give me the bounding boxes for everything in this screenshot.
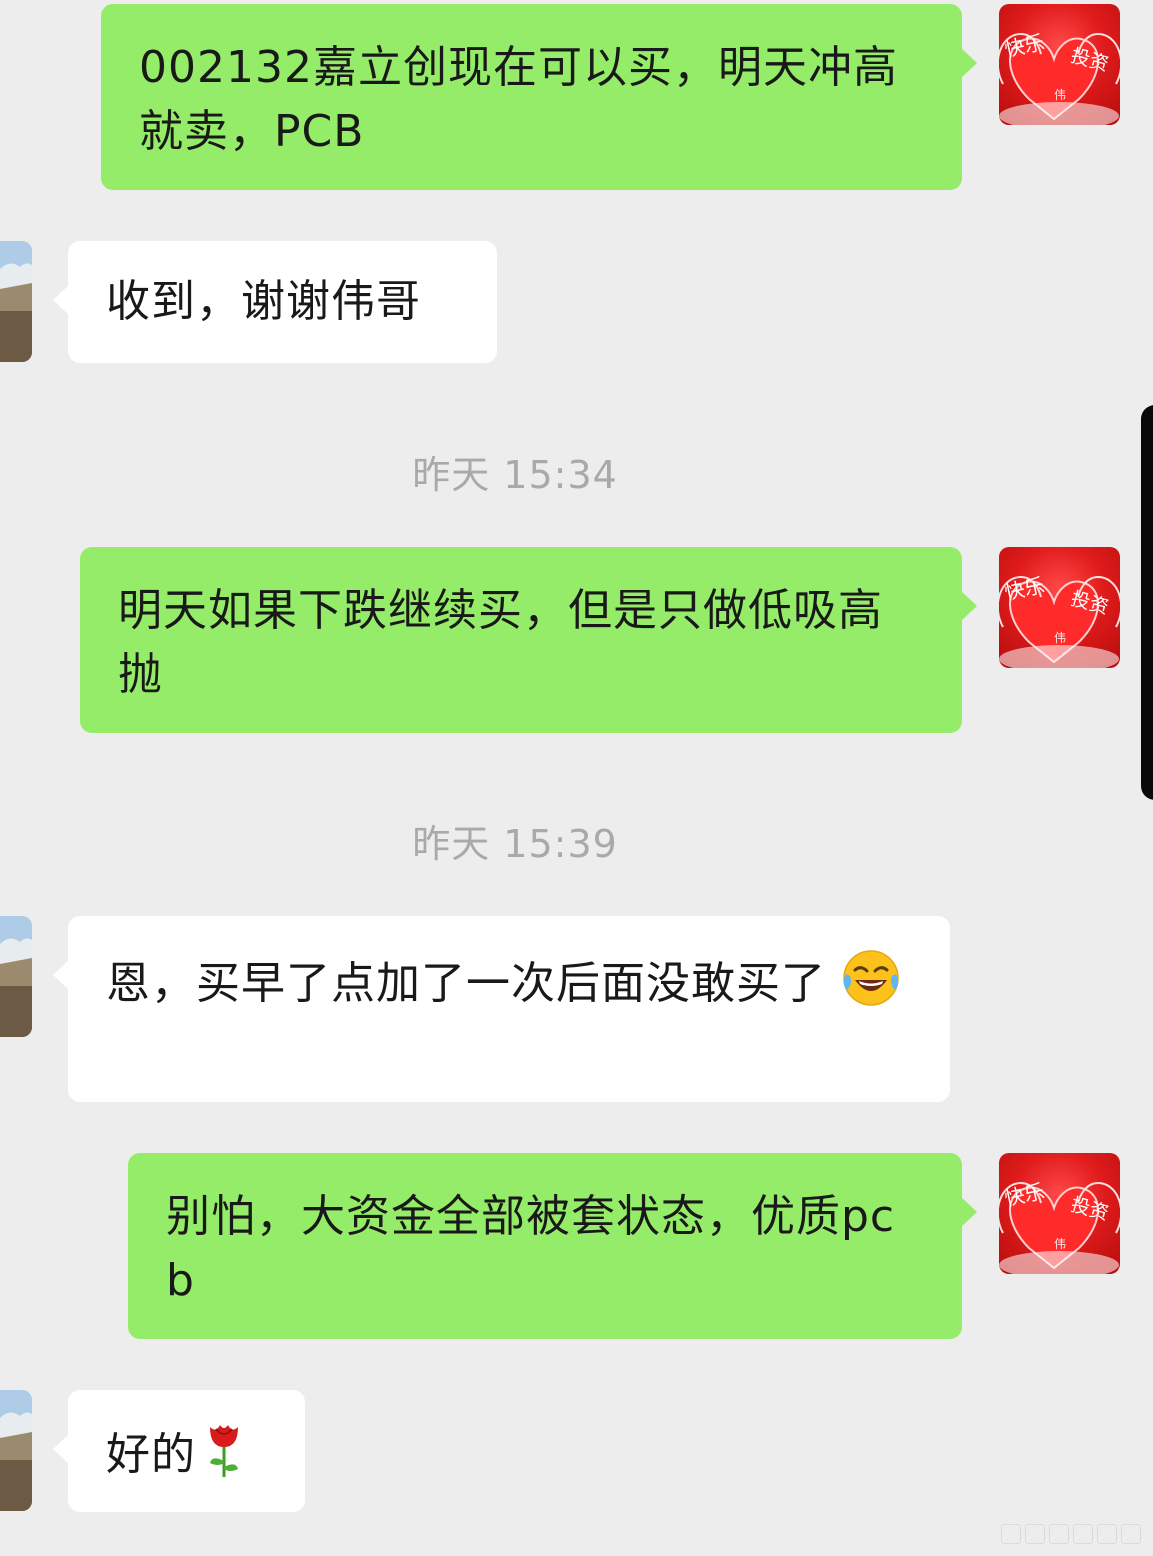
message-bubble-friend[interactable]: 好的 (53, 1390, 305, 1512)
self-avatar[interactable]: 快乐 投资 伟 (999, 4, 1120, 125)
message-bubble-self[interactable]: 002132嘉立创现在可以买，明天冲高就卖，PCB (101, 4, 977, 190)
self-avatar[interactable]: 快乐 投资 伟 (999, 1153, 1120, 1274)
hearts-icon: 快乐 投资 伟 (999, 573, 1120, 668)
friend-avatar[interactable] (0, 1390, 32, 1511)
landscape-icon (0, 1390, 32, 1511)
landscape-icon (0, 241, 32, 362)
svg-text:伟: 伟 (1054, 88, 1066, 102)
landscape-icon (0, 916, 32, 1037)
message-bubble-friend[interactable]: 收到，谢谢伟哥 (53, 241, 497, 363)
message-bubble-self[interactable]: 明天如果下跌继续买，但是只做低吸高抛 (80, 547, 977, 733)
message-text: 002132嘉立创现在可以买，明天冲高就卖，PCB (139, 42, 898, 157)
face-with-tears-of-joy-icon (843, 950, 899, 1006)
hearts-icon: 快乐 投资 伟 (999, 30, 1120, 125)
svg-text:伟: 伟 (1054, 1237, 1066, 1251)
timestamp: 昨天 15:39 (412, 822, 618, 866)
message-text: 好的 (106, 1429, 196, 1480)
message-bubble-friend[interactable]: 恩，买早了点加了一次后面没敢买了 (53, 916, 950, 1102)
message-text: 别怕，大资金全部被套状态，优质pcb (166, 1191, 896, 1306)
message-bubble-self[interactable]: 别怕，大资金全部被套状态，优质pcb (128, 1153, 977, 1339)
svg-text:伟: 伟 (1054, 631, 1066, 645)
chat-area: 002132嘉立创现在可以买，明天冲高就卖，PCB 快乐 投资 伟 收到，谢谢伟… (0, 0, 1153, 1556)
timestamp: 昨天 15:34 (412, 453, 618, 497)
hearts-icon: 快乐 投资 伟 (999, 1179, 1120, 1274)
self-avatar[interactable]: 快乐 投资 伟 (999, 547, 1120, 668)
scrollbar[interactable] (1141, 405, 1153, 800)
rose-icon (210, 1425, 238, 1477)
watermark (1001, 1524, 1141, 1544)
friend-avatar[interactable] (0, 241, 32, 362)
message-text: 恩，买早了点加了一次后面没敢买了 (106, 958, 826, 1009)
friend-avatar[interactable] (0, 916, 32, 1037)
message-text: 收到，谢谢伟哥 (106, 276, 421, 327)
message-text: 明天如果下跌继续买，但是只做低吸高抛 (118, 585, 883, 700)
